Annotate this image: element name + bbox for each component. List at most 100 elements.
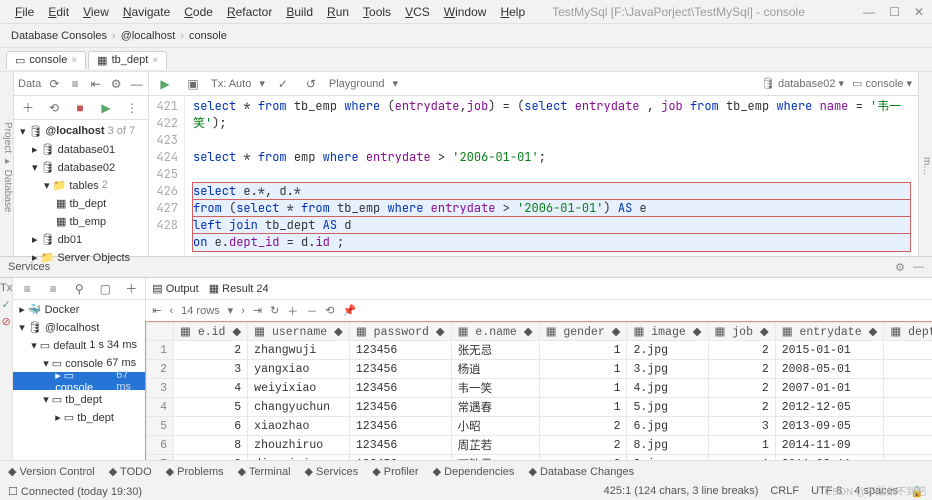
settings-icon[interactable]: ⚙ [109,74,124,94]
col-header[interactable]: ▦ username ◆ [248,323,350,341]
table-row[interactable]: 68zhouzhiruo123456周芷若28.jpg12014-11-0912… [147,436,932,455]
pin-icon[interactable]: 📌 [343,304,357,317]
explain-icon[interactable]: ▣ [183,74,203,94]
expand-all-icon[interactable]: ≡ [17,279,37,299]
crumb-2[interactable]: console [186,30,230,42]
col-header[interactable]: ▦ dept_id ◆ [884,323,932,341]
console-indicator[interactable]: ▭ console ▾ [852,77,912,90]
hide-icon[interactable]: — [913,261,924,274]
col-header[interactable]: ▦ e.id ◆ [174,323,248,341]
menu-code[interactable]: Code [177,5,220,19]
tree-node[interactable]: ▦ tb_dept [14,194,148,212]
refresh-icon[interactable]: ⟳ [47,74,62,94]
schema-indicator[interactable]: 🛢 database02 ▾ [761,77,844,90]
maximize-icon[interactable]: ☐ [889,5,900,19]
remove-row-icon[interactable]: － [306,303,317,319]
output-tab[interactable]: ▤ Output [152,282,198,295]
crumb-0[interactable]: Database Consoles [8,30,110,42]
check-icon[interactable]: ✓ [2,298,11,311]
table-row[interactable]: 56xiaozhao123456小昭26.jpg32013-09-0512024… [147,417,932,436]
filter-icon[interactable]: ≡ [68,74,83,94]
rollback-icon[interactable]: ↺ [301,74,321,94]
svc-node[interactable]: ▾ 🛢 @localhost [13,318,145,336]
svc-node[interactable]: ▸ ▭ tb_dept [13,408,145,426]
execute-icon[interactable]: ▶ [155,74,175,94]
tool-profiler[interactable]: ◆ Profiler [372,466,418,478]
menu-edit[interactable]: Edit [41,5,76,19]
collapse-all-icon[interactable]: ≡ [43,279,63,299]
table-row[interactable]: 45changyuchun123456常遇春15.jpg22012-12-052… [147,398,932,417]
tool-terminal[interactable]: ◆ Terminal [238,466,291,478]
expand-icon[interactable]: Tx [0,282,12,294]
hide-icon[interactable]: — [129,74,144,94]
menu-view[interactable]: View [76,5,116,19]
svc-node[interactable]: ▾ ▭ default 1 s 34 ms [13,336,145,354]
menu-refactor[interactable]: Refactor [220,5,279,19]
gear-icon[interactable]: ⚙ [895,261,905,274]
menu-file[interactable]: File [8,5,41,19]
tree-node[interactable]: ▾ 📁 tables 2 [14,176,148,194]
sync-icon[interactable]: ⟲ [44,98,64,118]
tool-dependencies[interactable]: ◆ Dependencies [433,466,515,478]
menu-build[interactable]: Build [279,5,320,19]
menu-tools[interactable]: Tools [356,5,398,19]
close-icon[interactable]: × [152,55,158,66]
line-separator[interactable]: CRLF [770,485,799,498]
add-row-icon[interactable]: ＋ [287,303,298,319]
col-header[interactable]: ▦ image ◆ [627,323,708,341]
col-header[interactable]: ▦ e.name ◆ [451,323,539,341]
tool-version control[interactable]: ◆ Version Control [8,466,95,478]
tree-node[interactable]: ▾ 🛢 database02 [14,158,148,176]
close-icon[interactable]: × [71,55,77,66]
minimize-icon[interactable]: — [863,5,875,19]
db-root[interactable]: ▾ 🛢 @localhost 3 of 7 [14,122,148,140]
result-tab[interactable]: ▦ Result 24 [209,282,269,295]
crumb-1[interactable]: @localhost [118,30,179,42]
svc-node[interactable]: ▸ ▭ console 67 ms [13,372,145,390]
revert-icon[interactable]: ⟲ [325,304,334,317]
next-page-icon[interactable]: › [241,305,245,317]
tool-problems[interactable]: ◆ Problems [166,466,224,478]
table-row[interactable]: 34weiyixiao123456韦一笑14.jpg22007-01-01220… [147,379,932,398]
svc-node[interactable]: ▸ 🐳 Docker [13,300,145,318]
last-page-icon[interactable]: ⇥ [253,304,262,317]
col-header[interactable]: ▦ job ◆ [708,323,775,341]
stop-icon[interactable]: ■ [70,98,90,118]
code-editor[interactable]: select * from tb_emp where (entrydate,jo… [185,96,918,256]
prev-page-icon[interactable]: ‹ [169,305,173,317]
tree-node[interactable]: ▦ tb_emp [14,212,148,230]
reload-icon[interactable]: ↻ [270,304,279,317]
table-row[interactable]: 23yangxiao123456杨逍13.jpg22008-05-0122024… [147,360,932,379]
menu-run[interactable]: Run [320,5,356,19]
run-icon[interactable]: ▶ [96,98,116,118]
menu-help[interactable]: Help [493,5,532,19]
commit-icon[interactable]: ✓ [273,74,293,94]
menu-navigate[interactable]: Navigate [116,5,177,19]
tree-node[interactable]: ▸ 🛢 db01 [14,230,148,248]
col-header[interactable]: ▦ entrydate ◆ [775,323,884,341]
tool-database changes[interactable]: ◆ Database Changes [528,466,634,478]
add-icon[interactable]: ＋ [18,98,38,118]
col-header[interactable]: ▦ gender ◆ [539,323,627,341]
tool-todo[interactable]: ◆ TODO [109,466,152,478]
more-icon[interactable]: ⋮ [122,98,142,118]
tab-console[interactable]: ▭ console × [6,51,86,69]
cancel-icon[interactable]: ⊘ [2,315,11,328]
add-icon[interactable]: ＋ [121,279,141,299]
filter-icon[interactable]: ⚲ [69,279,89,299]
col-header[interactable]: ▦ password ◆ [349,323,451,341]
tree-node[interactable]: ▸ 🛢 database01 [14,140,148,158]
tab-tb-dept[interactable]: ▦ tb_dept × [88,51,167,69]
menu-window[interactable]: Window [437,5,494,19]
tool-services[interactable]: ◆ Services [305,466,359,478]
menu-vcs[interactable]: VCS [398,5,437,19]
group-icon[interactable]: ▢ [95,279,115,299]
table-row[interactable]: 12zhangwuji123456张无忌12.jpg22015-01-01220… [147,341,932,360]
playground-label[interactable]: Playground [329,78,385,90]
right-tool-stripe[interactable]: m… [918,72,932,256]
close-icon[interactable]: ✕ [914,5,924,19]
collapse-icon[interactable]: ⇤ [88,74,103,94]
tx-mode[interactable]: Tx: Auto [211,78,251,90]
first-page-icon[interactable]: ⇤ [152,304,161,317]
project-tool-stripe[interactable]: Project ▸ Database [0,72,14,256]
